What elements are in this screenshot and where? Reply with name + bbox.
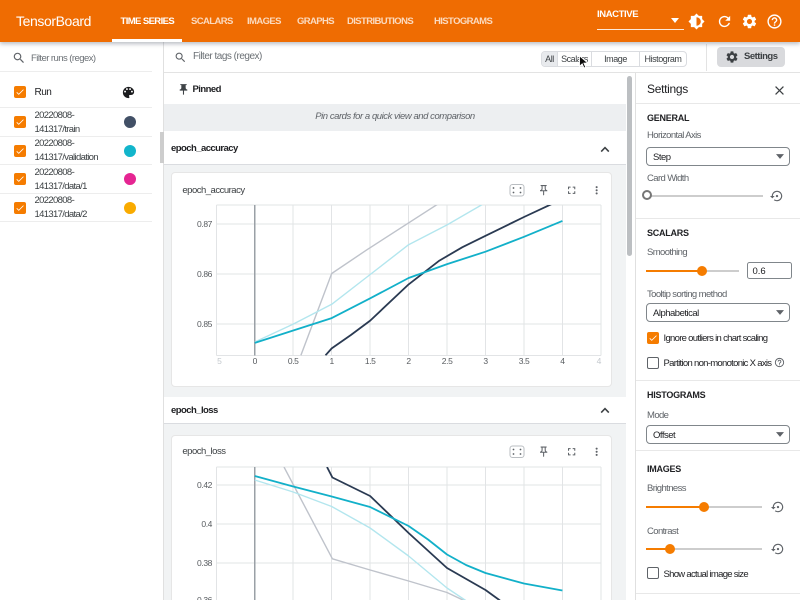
- svg-text:0.5: 0.5: [288, 356, 299, 366]
- svg-text:0.86: 0.86: [197, 269, 213, 279]
- svg-text:0.4: 0.4: [201, 519, 212, 529]
- svg-text:1: 1: [330, 356, 335, 366]
- svg-text:3.5: 3.5: [519, 356, 530, 366]
- svg-text:2.5: 2.5: [442, 356, 453, 366]
- svg-text:4: 4: [560, 356, 565, 366]
- svg-text:0.87: 0.87: [197, 219, 213, 229]
- svg-text:epoch_accuracy: epoch_accuracy: [182, 185, 245, 196]
- svg-text:5: 5: [217, 356, 222, 366]
- svg-text:1.5: 1.5: [365, 356, 376, 366]
- svg-text:0.36: 0.36: [197, 595, 213, 600]
- svg-text:0.42: 0.42: [197, 480, 213, 490]
- svg-text:epoch_loss: epoch_loss: [182, 446, 226, 457]
- svg-text:0: 0: [253, 356, 258, 366]
- svg-text:2: 2: [406, 356, 411, 366]
- svg-text:0.85: 0.85: [197, 319, 213, 329]
- svg-text:0.38: 0.38: [197, 558, 213, 568]
- svg-text:4: 4: [597, 356, 602, 366]
- svg-text:3: 3: [483, 356, 488, 366]
